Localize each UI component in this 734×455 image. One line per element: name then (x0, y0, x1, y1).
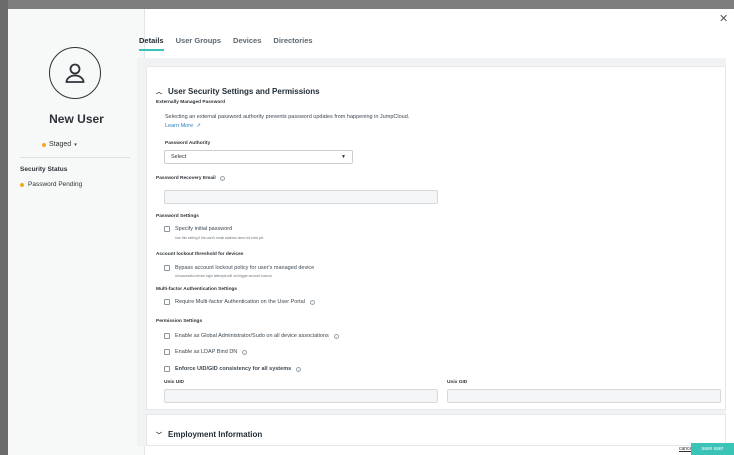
ldap-bind-row[interactable]: Enable as LDAP Bind DN i (164, 349, 248, 355)
ldap-bind-checkbox[interactable] (164, 349, 170, 355)
external-link-icon: ↗ (194, 123, 201, 129)
status-dot-icon (20, 182, 24, 187)
section-header[interactable]: ︿ User Security Settings and Permissions (156, 87, 320, 96)
require-mfa-row[interactable]: Require Multi-factor Authentication on t… (164, 299, 315, 305)
user-sidebar: New User Staged ▾ Security Status Passwo… (8, 9, 145, 455)
externally-managed-text: Selecting an external password authority… (165, 114, 410, 120)
password-authority-value: Select (171, 154, 187, 160)
section-title: User Security Settings and Permissions (168, 87, 320, 96)
sidebar-divider (20, 157, 130, 158)
user-state-dropdown[interactable]: Staged ▾ (42, 141, 77, 148)
chevron-up-icon: ︿ (156, 90, 163, 96)
status-dot-icon (42, 142, 46, 147)
unix-uid-label: Unix UID (164, 380, 184, 385)
learn-more-link[interactable]: Learn More ↗ (165, 123, 201, 129)
user-state-label: Staged (49, 141, 72, 148)
permission-settings-label: Permission Settings (156, 319, 203, 324)
ldap-bind-label: Enable as LDAP Bind DN (175, 349, 238, 355)
unix-uid-input[interactable] (164, 389, 438, 403)
specify-initial-password-row[interactable]: Specify initial password (164, 226, 232, 232)
tab-devices[interactable]: Devices (233, 36, 261, 51)
bypass-lockout-help: Unsuccessful device login attempts will … (175, 274, 273, 278)
lockout-label: Account lockout threshold for devices (156, 252, 244, 257)
modal-backdrop (0, 0, 8, 455)
info-icon[interactable]: i (219, 176, 225, 181)
security-status-heading: Security Status (20, 166, 68, 173)
require-mfa-label: Require Multi-factor Authentication on t… (175, 299, 305, 305)
global-admin-row[interactable]: Enable as Global Administrator/Sudo on a… (164, 333, 339, 339)
unix-gid-label: Unix GID (447, 380, 468, 385)
global-admin-checkbox[interactable] (164, 333, 170, 339)
unix-gid-input[interactable] (447, 389, 721, 403)
externally-managed-label: Externally Managed Password (156, 100, 226, 105)
password-authority-select[interactable]: Select ▼ (164, 150, 353, 164)
specify-initial-password-checkbox[interactable] (164, 226, 170, 232)
bypass-lockout-row[interactable]: Bypass account lockout policy for user's… (164, 265, 314, 271)
user-name: New User (49, 112, 104, 126)
recovery-email-label-row: Password Recovery Email i (156, 176, 225, 181)
chevron-down-icon: ﹀ (156, 433, 163, 439)
password-settings-label: Password Settings (156, 214, 199, 219)
uid-gid-row[interactable]: Enforce UID/GID consistency for all syst… (164, 366, 302, 372)
save-user-button[interactable]: save user (691, 443, 734, 455)
tab-bar: Details User Groups Devices Directories (139, 36, 313, 51)
password-authority-label: Password Authority (165, 141, 211, 146)
tab-details[interactable]: Details (139, 36, 164, 51)
avatar (49, 47, 101, 99)
info-icon[interactable]: i (333, 333, 339, 339)
caret-down-icon: ▼ (341, 154, 346, 160)
uid-gid-checkbox[interactable] (164, 366, 170, 372)
info-icon[interactable]: i (242, 349, 248, 355)
require-mfa-checkbox[interactable] (164, 299, 170, 305)
global-admin-label: Enable as Global Administrator/Sudo on a… (175, 333, 329, 339)
info-icon[interactable]: i (309, 299, 315, 305)
uid-gid-label: Enforce UID/GID consistency for all syst… (175, 366, 292, 372)
security-status-item: Password Pending (20, 181, 82, 188)
user-icon (65, 63, 85, 83)
close-icon[interactable]: ✕ (719, 12, 728, 25)
security-status-value: Password Pending (28, 181, 83, 188)
learn-more-label: Learn More (165, 123, 194, 129)
tab-directories[interactable]: Directories (273, 36, 312, 51)
specify-initial-password-help: Use this setting if the user's email add… (175, 236, 265, 240)
employment-header[interactable]: ﹀ Employment Information (156, 430, 262, 439)
info-icon[interactable]: i (296, 366, 302, 372)
employment-title: Employment Information (168, 430, 263, 439)
caret-down-icon: ▾ (74, 141, 77, 148)
tab-user-groups[interactable]: User Groups (176, 36, 221, 51)
bypass-lockout-checkbox[interactable] (164, 265, 170, 271)
mfa-label: Multi-factor Authentication Settings (156, 287, 238, 292)
recovery-email-label: Password Recovery Email (156, 176, 216, 181)
recovery-email-input[interactable] (164, 190, 438, 204)
specify-initial-password-label: Specify initial password (175, 226, 233, 232)
bypass-lockout-label: Bypass account lockout policy for user's… (175, 265, 315, 271)
